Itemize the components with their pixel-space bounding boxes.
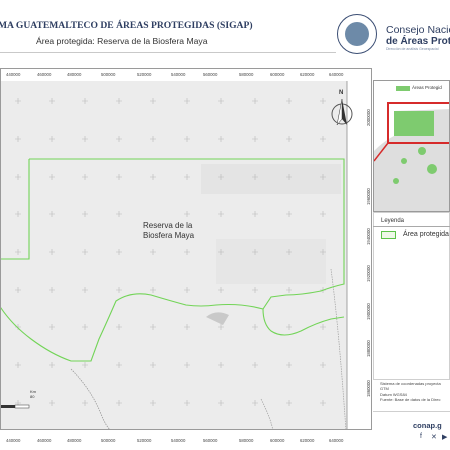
footer-divider xyxy=(373,411,450,412)
x-tick-bottom: 520000 xyxy=(137,438,152,443)
y-tick-right: 1900000 xyxy=(366,303,371,320)
y-tick-right: 1940000 xyxy=(366,228,371,245)
x-tick-bottom: 580000 xyxy=(239,438,254,443)
logo-text-line2: de Áreas Protegi xyxy=(386,36,450,47)
x-icon[interactable]: ✕ xyxy=(431,433,437,441)
x-tick-bottom: 480000 xyxy=(67,438,82,443)
page-title: MA GUATEMALTECO DE ÁREAS PROTEGIDAS (SIG… xyxy=(0,20,253,31)
x-tick-bottom: 600000 xyxy=(270,438,285,443)
facebook-icon[interactable]: f xyxy=(420,433,422,440)
logo-text-line1: Consejo Nacional xyxy=(386,24,450,36)
legend-title: Leyenda xyxy=(381,218,405,224)
website-link[interactable]: conap.g xyxy=(413,421,442,430)
y-tick-right: 1920000 xyxy=(366,265,371,282)
area-label-line2: Biosfera Maya xyxy=(143,231,195,240)
north-arrow-icon: N xyxy=(331,90,353,128)
area-label: Reserva de la Biosfera Maya xyxy=(143,221,194,241)
youtube-icon[interactable]: ▶ xyxy=(442,433,447,441)
x-tick-bottom: 560000 xyxy=(203,438,218,443)
area-label-line1: Reserva de la xyxy=(143,221,193,230)
north-label: N xyxy=(339,90,344,96)
y-tick-right: 1860000 xyxy=(366,380,371,397)
legend-item-label: Área protegida xyxy=(403,231,449,238)
page-subtitle: Área protegida: Reserva de la Biosfera M… xyxy=(36,36,208,46)
x-tick-bottom: 460000 xyxy=(37,438,52,443)
scale-value: 80 xyxy=(30,394,35,399)
main-map[interactable] xyxy=(0,68,372,430)
y-tick-right: 1960000 xyxy=(366,188,371,205)
guatemala-seal-logo xyxy=(337,14,377,54)
info-line: Sistema de coordenadas proyecta xyxy=(380,381,441,386)
legend-swatch xyxy=(381,231,396,239)
logo-text-line3: Dirección de análisis Geoespacial xyxy=(386,47,439,51)
metadata-panel: Sistema de coordenadas proyecta GTM Datu… xyxy=(380,381,450,403)
header-divider xyxy=(0,52,336,53)
x-tick-bottom: 540000 xyxy=(171,438,186,443)
info-line: Fuente: Base de datos de la Direc xyxy=(380,397,441,403)
inset-map[interactable]: Áreas Protegid xyxy=(373,80,450,212)
x-tick-bottom: 500000 xyxy=(101,438,116,443)
x-tick-bottom: 640000 xyxy=(329,438,344,443)
x-tick-bottom: 440000 xyxy=(6,438,21,443)
legend-divider xyxy=(373,226,450,227)
x-tick-bottom: 620000 xyxy=(300,438,315,443)
y-tick-right: 1880000 xyxy=(366,340,371,357)
y-tick-right: 2000000 xyxy=(366,109,371,126)
inset-legend-label: Áreas Protegid xyxy=(412,85,442,90)
